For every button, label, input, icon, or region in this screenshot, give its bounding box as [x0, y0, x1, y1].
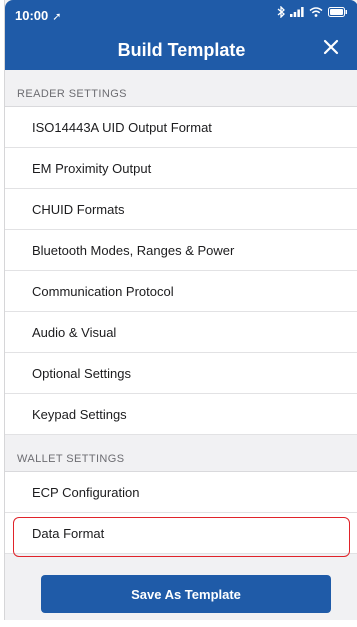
phone-screen: 10:00 ➚ Build Template READER SETTINGS IS… — [4, 0, 357, 620]
battery-icon — [328, 7, 348, 17]
bluetooth-icon — [277, 6, 285, 18]
footer: Save As Template — [5, 558, 357, 620]
menu-item-label: Audio & Visual — [32, 324, 117, 340]
menu-item-label: ISO14443A UID Output Format — [32, 119, 212, 135]
menu-item-communication-protocol[interactable]: Communication Protocol — [5, 271, 357, 312]
menu-item-label: CHUID Formats — [32, 201, 125, 217]
menu-item-label: Bluetooth Modes, Ranges & Power — [32, 242, 235, 258]
status-time: 10:00 ➚ — [15, 8, 61, 23]
menu-item-label: Keypad Settings — [32, 406, 127, 422]
status-time-text: 10:00 — [15, 8, 49, 23]
close-button[interactable] — [318, 36, 344, 62]
menu-item-ecp-configuration[interactable]: ECP Configuration — [5, 472, 357, 513]
menu-item-label: ECP Configuration — [32, 484, 140, 500]
menu-item-em-proximity-output[interactable]: EM Proximity Output — [5, 148, 357, 189]
menu-item-audio-visual[interactable]: Audio & Visual — [5, 312, 357, 353]
reader-settings-header: READER SETTINGS — [5, 70, 357, 107]
menu-item-data-format[interactable]: Data Format — [5, 513, 357, 554]
menu-item-label: Optional Settings — [32, 365, 132, 381]
menu-item-label: EM Proximity Output — [32, 160, 152, 176]
menu-item-optional-settings[interactable]: Optional Settings — [5, 353, 357, 394]
close-icon — [323, 39, 339, 60]
menu-item-keypad-settings[interactable]: Keypad Settings — [5, 394, 357, 435]
settings-list: READER SETTINGS ISO14443A UID Output For… — [5, 70, 357, 554]
save-as-template-button[interactable]: Save As Template — [41, 575, 331, 613]
page-title: Build Template — [117, 40, 246, 60]
signal-icon — [290, 7, 304, 17]
menu-item-iso14443a-uid-output-format[interactable]: ISO14443A UID Output Format — [5, 107, 357, 148]
menu-item-label: Communication Protocol — [32, 283, 174, 299]
menu-item-bluetooth-modes[interactable]: Bluetooth Modes, Ranges & Power — [5, 230, 357, 271]
wifi-icon — [309, 7, 323, 17]
top-bar: 10:00 ➚ Build Template — [5, 0, 357, 70]
status-icons — [277, 6, 348, 18]
menu-item-chuid-formats[interactable]: CHUID Formats — [5, 189, 357, 230]
wallet-settings-header: WALLET SETTINGS — [5, 435, 357, 472]
location-icon: ➚ — [52, 11, 62, 23]
menu-item-label: Data Format — [32, 525, 105, 541]
